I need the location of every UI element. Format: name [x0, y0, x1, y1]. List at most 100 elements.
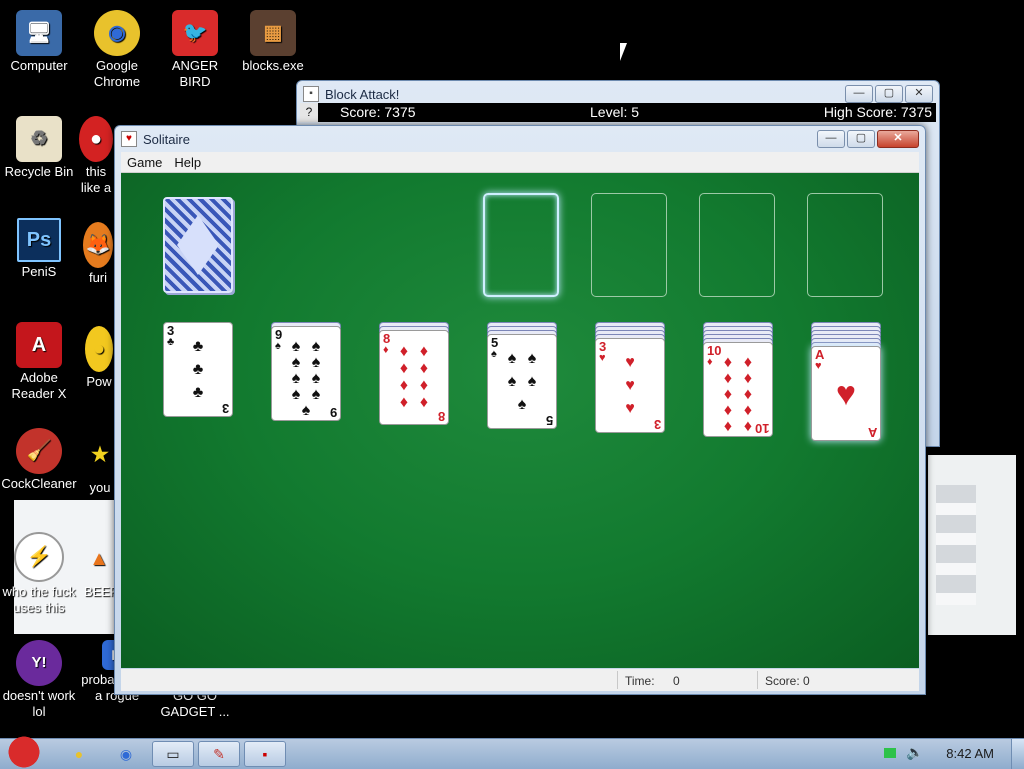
solitaire-titlebar[interactable]: ♥ Solitaire	[121, 128, 919, 150]
desktop-icon-label: this like a	[80, 164, 112, 195]
clock[interactable]: 8:42 AM	[946, 746, 994, 761]
desktop-icon-label: blocks.exe	[242, 58, 304, 73]
pip-icon: ♠	[527, 349, 537, 367]
maximize-button[interactable]: ▢	[875, 85, 903, 103]
desktop-icon-yahoo[interactable]: Y! doesn't work lol	[0, 640, 78, 720]
desktop-icon-adobe-reader[interactable]: A Adobe Reader X	[0, 322, 78, 402]
help-button[interactable]: ?	[300, 103, 318, 122]
card-rank-bottom: 3	[221, 401, 229, 416]
card-suit-icon: ♦	[707, 356, 713, 368]
tableau-card-6[interactable]: 10 ♦ ♦ ♦ ♦ ♦ ♦ ♦ ♦ ♦ ♦ ♦ 10	[703, 342, 773, 437]
card-back-pattern	[177, 215, 219, 275]
minimize-button[interactable]: —	[817, 130, 845, 148]
pip-icon: ♣	[192, 337, 204, 355]
tableau-card-1[interactable]: 3 ♣ ♣ ♣ ♣ 3	[163, 322, 233, 417]
solitaire-window[interactable]: ♥ Solitaire — ▢ ✕ Game Help 3 ♣ ♣ ♣ ♣ 3 9 ♠ ♠ ♠ ♠ ♠…	[114, 125, 926, 695]
tableau-card-5[interactable]: 3 ♥ ♥ ♥ ♥ 3	[595, 338, 665, 433]
desktop-icon-recycle-bin[interactable]: ♻ Recycle Bin	[0, 116, 78, 180]
show-desktop-button[interactable]	[1011, 739, 1024, 769]
pip-icon: ♦	[743, 354, 753, 371]
taskbar: ● ◉ ▭ ✎ ▪ 🔈 8:42 AM	[0, 735, 1024, 769]
taskbar-explorer-button[interactable]: ●	[64, 741, 94, 767]
taskbar-window-button-1[interactable]: ▭	[152, 741, 194, 767]
card-suit-icon: ♥	[815, 360, 822, 372]
desktop-icon-label: Adobe Reader X	[11, 370, 67, 401]
high-score-text: High Score: 7375	[823, 104, 932, 120]
desktop-icon-label: PeniS	[21, 264, 57, 279]
tableau-card-2[interactable]: 9 ♠ ♠ ♠ ♠ ♠ ♠ ♠ ♠ ♠ ♠ 9	[271, 326, 341, 421]
adobe-reader-icon: A	[16, 322, 62, 368]
yahoo-messenger-icon: Y!	[16, 640, 62, 686]
minimize-button[interactable]: —	[845, 85, 873, 103]
pip-icon: ♠	[291, 354, 301, 371]
foundation-slot-4[interactable]	[807, 193, 883, 297]
pip-icon: ♦	[723, 386, 733, 403]
taskbar-chrome-button[interactable]: ◉	[110, 741, 142, 767]
desktop-icon-chrome[interactable]: ◉ Google Chrome	[78, 10, 156, 90]
close-button[interactable]: ✕	[877, 130, 919, 148]
ccleaner-icon: 🧹	[16, 428, 62, 474]
desktop-icon-pow[interactable]: ● Pow	[84, 326, 114, 390]
card-rank-bottom: 3	[653, 417, 661, 432]
desktop-icon-label: CockCleaner	[1, 476, 77, 491]
desktop-icon-anger-bird[interactable]: 🐦 ANGER BIRD	[156, 10, 234, 90]
game-board[interactable]: 3 ♣ ♣ ♣ ♣ 3 9 ♠ ♠ ♠ ♠ ♠ ♠ ♠ ♠ ♠ ♠ 9 8 ♦ ♦ ♦ ♦ ♦ ♦ ♦ ♦ ♦ 8 5 ♠ ♠ ♠ ♠ ♠ ♠ 5 3 ♥ ♥…	[121, 173, 919, 668]
desktop-icon-beef[interactable]: ▲ BEEF	[84, 536, 114, 600]
ccleaner-icon: ✎	[213, 745, 225, 762]
time-label: Time:	[625, 674, 655, 688]
volume-icon[interactable]: 🔈	[906, 744, 923, 761]
menu-help[interactable]: Help	[168, 155, 207, 170]
card-pips: ♠ ♠ ♠ ♠ ♠ ♠ ♠ ♠ ♠	[286, 338, 326, 419]
desktop-icon-computer[interactable]: 🖥 Computer	[0, 10, 78, 74]
menu-game[interactable]: Game	[121, 155, 168, 170]
pip-icon: ♠	[311, 338, 321, 355]
maximize-button[interactable]: ▢	[847, 130, 875, 148]
tableau-card-7[interactable]: A ♥ ♥ A	[811, 346, 881, 441]
desktop-icon-furi[interactable]: 🦊 furi	[82, 222, 114, 286]
foundation-slot-1[interactable]	[483, 193, 559, 297]
recycle-bin-icon: ♻	[16, 116, 62, 162]
pip-icon: ♥	[625, 376, 635, 394]
pip-icon: ♠	[311, 386, 321, 403]
pip-icon: ♠	[507, 349, 517, 367]
close-button[interactable]: ✕	[905, 85, 933, 103]
card-rank-bottom: A	[867, 425, 877, 440]
foundation-slot-2[interactable]	[591, 193, 667, 297]
stock-pile[interactable]	[163, 197, 233, 293]
foundation-slot-3[interactable]	[699, 193, 775, 297]
time-value: 0	[673, 674, 680, 688]
desktop-icon-who-uses-this[interactable]: ⚡ who the fuck uses this	[0, 532, 78, 616]
desktop-icon-cockcleaner[interactable]: 🧹 CockCleaner	[0, 428, 78, 492]
desktop-icon-penis[interactable]: Ps PeniS	[0, 218, 78, 280]
pip-icon: ♦	[419, 359, 429, 377]
yellow-ball-icon: ●	[85, 326, 113, 372]
card-pips: ♠ ♠ ♠ ♠ ♠	[502, 347, 542, 416]
lightning-icon: ⚡	[14, 532, 64, 582]
desktop-icon-you[interactable]: ★ you	[86, 432, 114, 496]
network-icon[interactable]	[884, 748, 896, 758]
block-attack-score-bar: ? Score: 7375 Level: 5 High Score: 7375	[300, 103, 936, 122]
taskbar-solitaire-button[interactable]: ▪	[244, 741, 286, 767]
tableau-card-4[interactable]: 5 ♠ ♠ ♠ ♠ ♠ ♠ 5	[487, 334, 557, 429]
desktop-icon-blocks[interactable]: ▦ blocks.exe	[234, 10, 312, 74]
taskbar-window-button-2[interactable]: ✎	[198, 741, 240, 767]
pip-icon: ♠	[291, 338, 301, 355]
pip-icon: ♣	[192, 360, 204, 378]
tableau-card-3[interactable]: 8 ♦ ♦ ♦ ♦ ♦ ♦ ♦ ♦ ♦ 8	[379, 330, 449, 425]
card-pips: ♥ ♥ ♥	[610, 351, 650, 420]
pip-icon: ♠	[291, 386, 301, 403]
cone-icon: ▲	[89, 548, 109, 570]
card-suit-icon: ♠	[275, 340, 281, 352]
angry-bird-icon: 🐦	[172, 10, 218, 56]
pip-icon: ♦	[743, 386, 753, 403]
block-attack-titlebar[interactable]: ▪ Block Attack!	[303, 83, 933, 105]
pip-icon: ♣	[192, 383, 204, 401]
pip-icon: ♦	[723, 418, 733, 435]
score-text: Score: 7375	[340, 104, 416, 120]
desktop-icon-this-like-a[interactable]: ● this like a	[78, 116, 114, 196]
folder-icon: ●	[74, 746, 84, 762]
start-button[interactable]	[2, 735, 46, 769]
score-label: Score: 0	[765, 674, 810, 688]
pip-icon: ♠	[527, 372, 537, 390]
menu-bar: Game Help	[121, 152, 919, 173]
